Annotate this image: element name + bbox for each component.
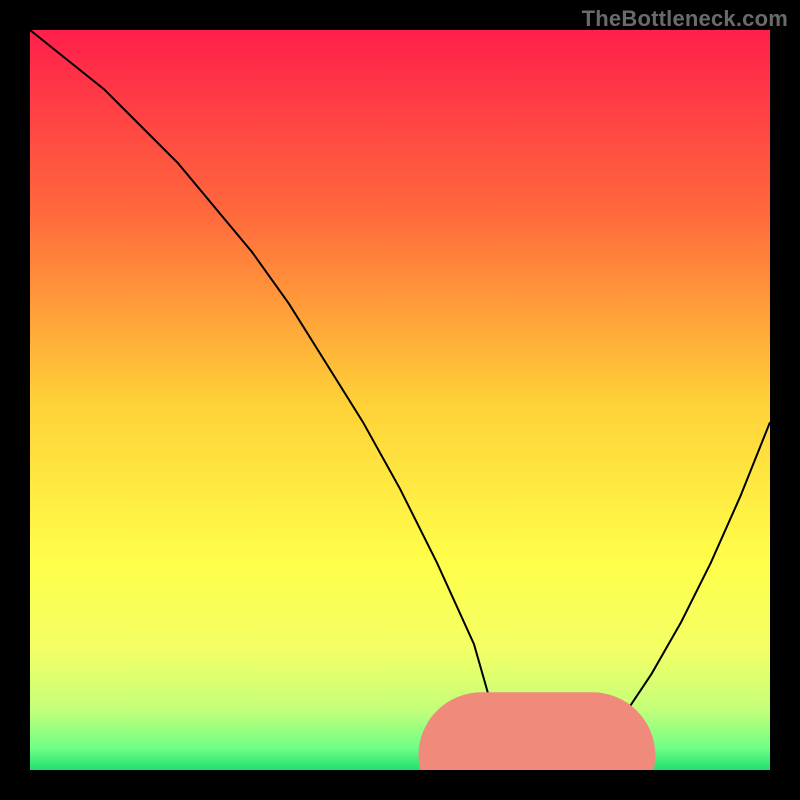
watermark-text: TheBottleneck.com bbox=[582, 6, 788, 32]
optimal-range-end-dot bbox=[582, 745, 603, 766]
plot-area bbox=[30, 30, 770, 770]
chart-frame: TheBottleneck.com bbox=[0, 0, 800, 800]
bottleneck-curve bbox=[30, 30, 770, 770]
curve-layer bbox=[30, 30, 770, 770]
